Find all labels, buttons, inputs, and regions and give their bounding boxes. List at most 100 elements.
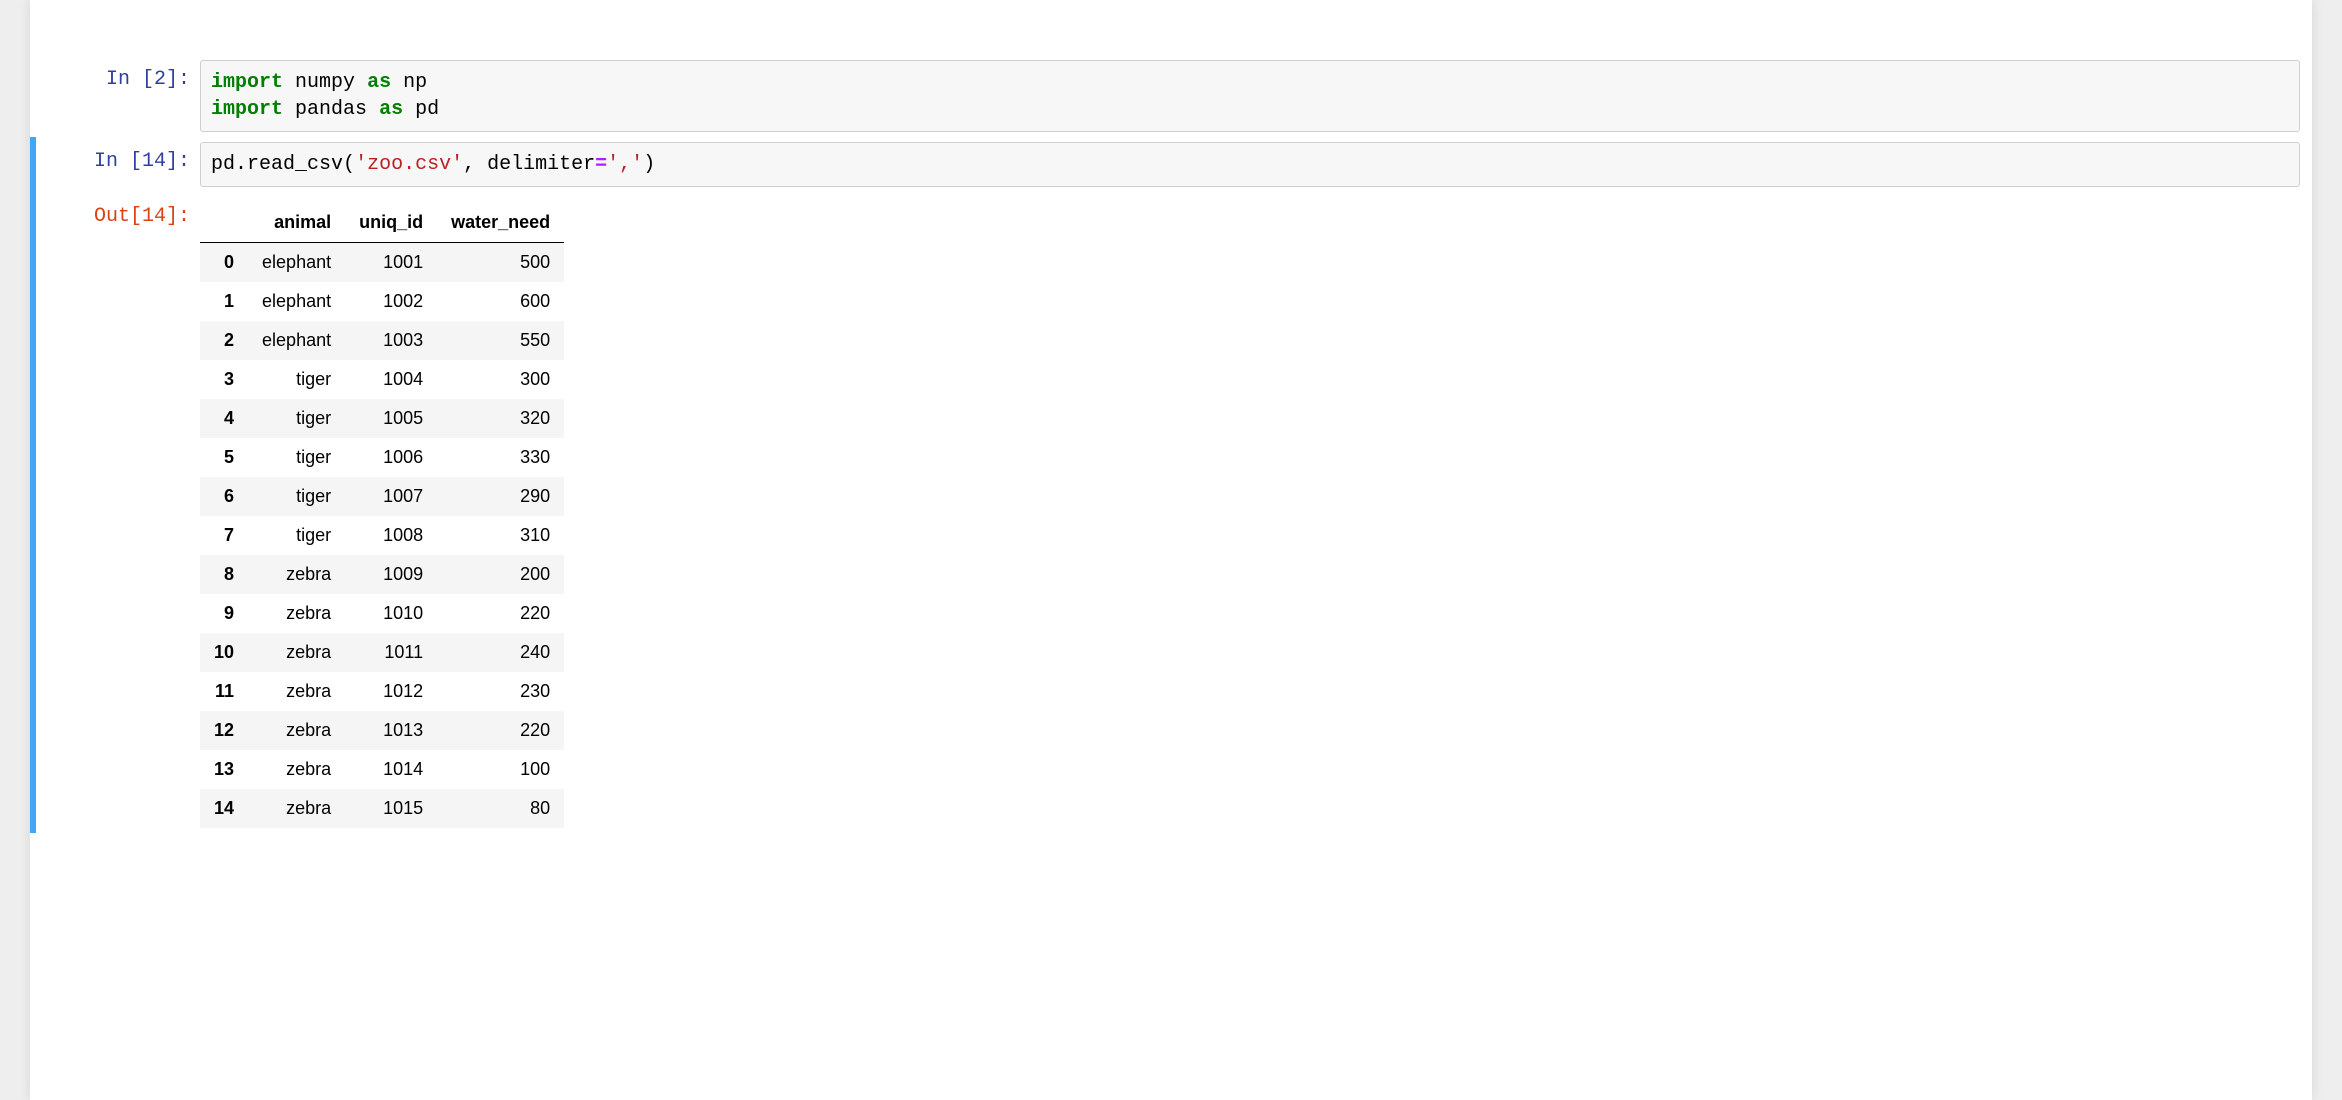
df-cell: 1011 bbox=[345, 633, 437, 672]
df-cell: 1005 bbox=[345, 399, 437, 438]
table-row: 13zebra1014100 bbox=[200, 750, 564, 789]
table-row: 12zebra1013220 bbox=[200, 711, 564, 750]
df-cell: 290 bbox=[437, 477, 564, 516]
df-cell: zebra bbox=[248, 789, 345, 828]
df-row-index: 6 bbox=[200, 477, 248, 516]
df-cell: zebra bbox=[248, 672, 345, 711]
df-cell: 310 bbox=[437, 516, 564, 555]
df-cell: elephant bbox=[248, 243, 345, 283]
input-prompt: In [2]: bbox=[30, 60, 200, 99]
code-cell[interactable]: In [2]: import numpy as np import pandas… bbox=[30, 55, 2312, 137]
df-cell: elephant bbox=[248, 282, 345, 321]
df-cell: 1008 bbox=[345, 516, 437, 555]
code-token: ) bbox=[643, 153, 655, 176]
df-cell: 220 bbox=[437, 594, 564, 633]
code-token: pd bbox=[211, 153, 235, 176]
df-cell: 300 bbox=[437, 360, 564, 399]
table-row: 0elephant1001500 bbox=[200, 243, 564, 283]
df-cell: zebra bbox=[248, 750, 345, 789]
code-token: np bbox=[403, 71, 427, 94]
code-token: = bbox=[595, 153, 607, 176]
table-row: 2elephant1003550 bbox=[200, 321, 564, 360]
df-cell: 80 bbox=[437, 789, 564, 828]
table-row: 10zebra1011240 bbox=[200, 633, 564, 672]
table-row: 4tiger1005320 bbox=[200, 399, 564, 438]
df-cell: 230 bbox=[437, 672, 564, 711]
df-row-index: 2 bbox=[200, 321, 248, 360]
df-row-index: 12 bbox=[200, 711, 248, 750]
table-row: 11zebra1012230 bbox=[200, 672, 564, 711]
df-cell: 1013 bbox=[345, 711, 437, 750]
df-cell: 1015 bbox=[345, 789, 437, 828]
table-row: 3tiger1004300 bbox=[200, 360, 564, 399]
code-token bbox=[475, 153, 487, 176]
df-cell: tiger bbox=[248, 477, 345, 516]
df-row-index: 11 bbox=[200, 672, 248, 711]
df-row-index: 13 bbox=[200, 750, 248, 789]
code-token bbox=[283, 98, 295, 121]
code-token bbox=[355, 71, 367, 94]
df-column-header: animal bbox=[248, 203, 345, 243]
code-token bbox=[283, 71, 295, 94]
df-column-header: water_need bbox=[437, 203, 564, 243]
output-area: animaluniq_idwater_need0elephant10015001… bbox=[200, 197, 2300, 828]
df-cell: 330 bbox=[437, 438, 564, 477]
df-cell: 1009 bbox=[345, 555, 437, 594]
df-cell: tiger bbox=[248, 438, 345, 477]
code-token: pd bbox=[415, 98, 439, 121]
dataframe-table: animaluniq_idwater_need0elephant10015001… bbox=[200, 203, 564, 828]
df-cell: tiger bbox=[248, 360, 345, 399]
df-cell: 240 bbox=[437, 633, 564, 672]
code-token: as bbox=[367, 71, 391, 94]
code-token: numpy bbox=[295, 71, 355, 94]
table-row: 6tiger1007290 bbox=[200, 477, 564, 516]
df-cell: elephant bbox=[248, 321, 345, 360]
df-cell: zebra bbox=[248, 711, 345, 750]
code-token: delimiter bbox=[487, 153, 595, 176]
df-cell: 200 bbox=[437, 555, 564, 594]
df-row-index: 7 bbox=[200, 516, 248, 555]
code-token: . bbox=[235, 153, 247, 176]
code-token: read_csv bbox=[247, 153, 343, 176]
notebook: In [2]: import numpy as np import pandas… bbox=[30, 0, 2312, 1100]
df-cell: 1006 bbox=[345, 438, 437, 477]
df-cell: 500 bbox=[437, 243, 564, 283]
code-token: , bbox=[463, 153, 475, 176]
df-cell: 1014 bbox=[345, 750, 437, 789]
df-cell: 1002 bbox=[345, 282, 437, 321]
df-cell: tiger bbox=[248, 399, 345, 438]
output-prompt: Out[14]: bbox=[30, 197, 200, 236]
code-token bbox=[403, 98, 415, 121]
input-prompt: In [14]: bbox=[30, 142, 200, 181]
code-token: import bbox=[211, 71, 283, 94]
df-row-index: 8 bbox=[200, 555, 248, 594]
df-cell: 1012 bbox=[345, 672, 437, 711]
table-row: 8zebra1009200 bbox=[200, 555, 564, 594]
table-row: 14zebra101580 bbox=[200, 789, 564, 828]
df-row-index: 14 bbox=[200, 789, 248, 828]
code-cell-selected[interactable]: In [14]: pd.read_csv('zoo.csv', delimite… bbox=[30, 137, 2312, 192]
df-row-index: 3 bbox=[200, 360, 248, 399]
df-row-index: 0 bbox=[200, 243, 248, 283]
df-row-index: 4 bbox=[200, 399, 248, 438]
code-token: ',' bbox=[607, 153, 643, 176]
code-input[interactable]: import numpy as np import pandas as pd bbox=[200, 60, 2300, 132]
df-cell: 320 bbox=[437, 399, 564, 438]
code-token: import bbox=[211, 98, 283, 121]
df-row-index: 5 bbox=[200, 438, 248, 477]
df-cell: 1010 bbox=[345, 594, 437, 633]
code-token: 'zoo.csv' bbox=[355, 153, 463, 176]
df-row-index: 1 bbox=[200, 282, 248, 321]
code-input[interactable]: pd.read_csv('zoo.csv', delimiter=',') bbox=[200, 142, 2300, 187]
df-cell: zebra bbox=[248, 594, 345, 633]
df-cell: 1003 bbox=[345, 321, 437, 360]
table-row: 7tiger1008310 bbox=[200, 516, 564, 555]
df-index-header bbox=[200, 203, 248, 243]
df-cell: 1007 bbox=[345, 477, 437, 516]
code-token: ( bbox=[343, 153, 355, 176]
code-token bbox=[391, 71, 403, 94]
df-cell: 1004 bbox=[345, 360, 437, 399]
code-token: pandas bbox=[295, 98, 367, 121]
code-token bbox=[367, 98, 379, 121]
df-row-index: 10 bbox=[200, 633, 248, 672]
